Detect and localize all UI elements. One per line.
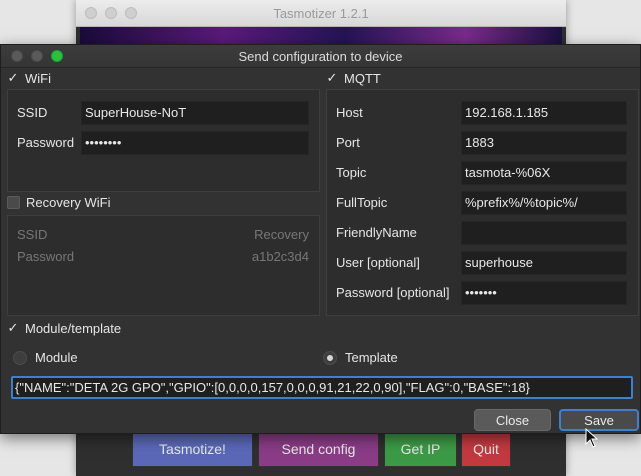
mqtt-password-label: Password [optional] [336, 285, 450, 300]
main-window-title: Tasmotizer 1.2.1 [273, 6, 369, 21]
wifi-group-label: WiFi [25, 70, 51, 86]
save-button[interactable]: Save [559, 409, 639, 431]
wifi-ssid-label: SSID [17, 105, 48, 120]
mouse-pointer-icon [585, 428, 599, 448]
tasmotize-button[interactable]: Tasmotize! [132, 431, 253, 467]
mqtt-fulltopic-input[interactable]: %prefix%/%topic%/ [461, 191, 627, 215]
module-radio-icon[interactable] [13, 350, 27, 365]
wifi-ssid-input[interactable]: SuperHouse-NoT [81, 101, 309, 125]
get-ip-button[interactable]: Get IP [384, 431, 457, 467]
mqtt-fulltopic-label: FullTopic [336, 195, 388, 210]
mqtt-port-label: Port [336, 135, 360, 150]
recovery-password-value: a1b2c3d4 [251, 249, 309, 264]
recovery-wifi-label: Recovery WiFi [26, 195, 111, 210]
close-button[interactable]: Close [474, 409, 551, 431]
wifi-password-input[interactable]: •••••••• [81, 131, 309, 155]
wifi-checkbox-check-icon[interactable]: ✓ [7, 70, 19, 86]
mqtt-group-label: MQTT [344, 70, 381, 86]
main-window-titlebar: Tasmotizer 1.2.1 [76, 0, 566, 27]
recovery-ssid-value: Recovery [254, 227, 309, 242]
mqtt-user-input[interactable]: superhouse [461, 251, 627, 275]
template-input[interactable]: {"NAME":"DETA 2G GPO","GPIO":[0,0,0,0,15… [11, 376, 633, 399]
mqtt-group-header[interactable]: ✓ MQTT [326, 70, 381, 86]
mqtt-friendlyname-label: FriendlyName [336, 225, 417, 240]
template-radio[interactable]: Template [323, 350, 398, 365]
dialog-titlebar: Send configuration to device [1, 45, 640, 68]
mqtt-host-input[interactable]: 192.168.1.185 [461, 101, 627, 125]
module-template-header[interactable]: ✓ Module/template [7, 320, 122, 336]
mqtt-password-input[interactable]: ••••••• [461, 281, 627, 305]
recovery-wifi-header[interactable]: Recovery WiFi [7, 195, 111, 210]
mqtt-port-input[interactable]: 1883 [461, 131, 627, 155]
recovery-ssid-label: SSID [17, 227, 48, 242]
mqtt-user-label: User [optional] [336, 255, 420, 270]
wifi-password-label: Password [17, 135, 75, 150]
module-template-check-icon[interactable]: ✓ [7, 320, 19, 336]
mqtt-friendlyname-input[interactable] [461, 221, 627, 245]
template-radio-label: Template [345, 350, 398, 365]
wifi-group-header[interactable]: ✓ WiFi [7, 70, 51, 86]
send-config-button[interactable]: Send config [258, 431, 379, 467]
quit-button[interactable]: Quit [461, 431, 511, 467]
mqtt-checkbox-check-icon[interactable]: ✓ [326, 70, 338, 86]
template-radio-selected-icon[interactable] [323, 350, 337, 365]
recovery-password-label: Password [17, 249, 75, 264]
mqtt-host-label: Host [336, 105, 363, 120]
module-radio-label: Module [35, 350, 78, 365]
mqtt-topic-input[interactable]: tasmota-%06X [461, 161, 627, 185]
mqtt-topic-label: Topic [336, 165, 367, 180]
module-radio[interactable]: Module [13, 350, 78, 365]
module-template-label: Module/template [25, 320, 122, 336]
dialog-title: Send configuration to device [238, 49, 403, 64]
recovery-wifi-checkbox[interactable] [7, 196, 20, 209]
send-config-dialog: Send configuration to device ✓ WiFi SSID… [0, 44, 641, 434]
